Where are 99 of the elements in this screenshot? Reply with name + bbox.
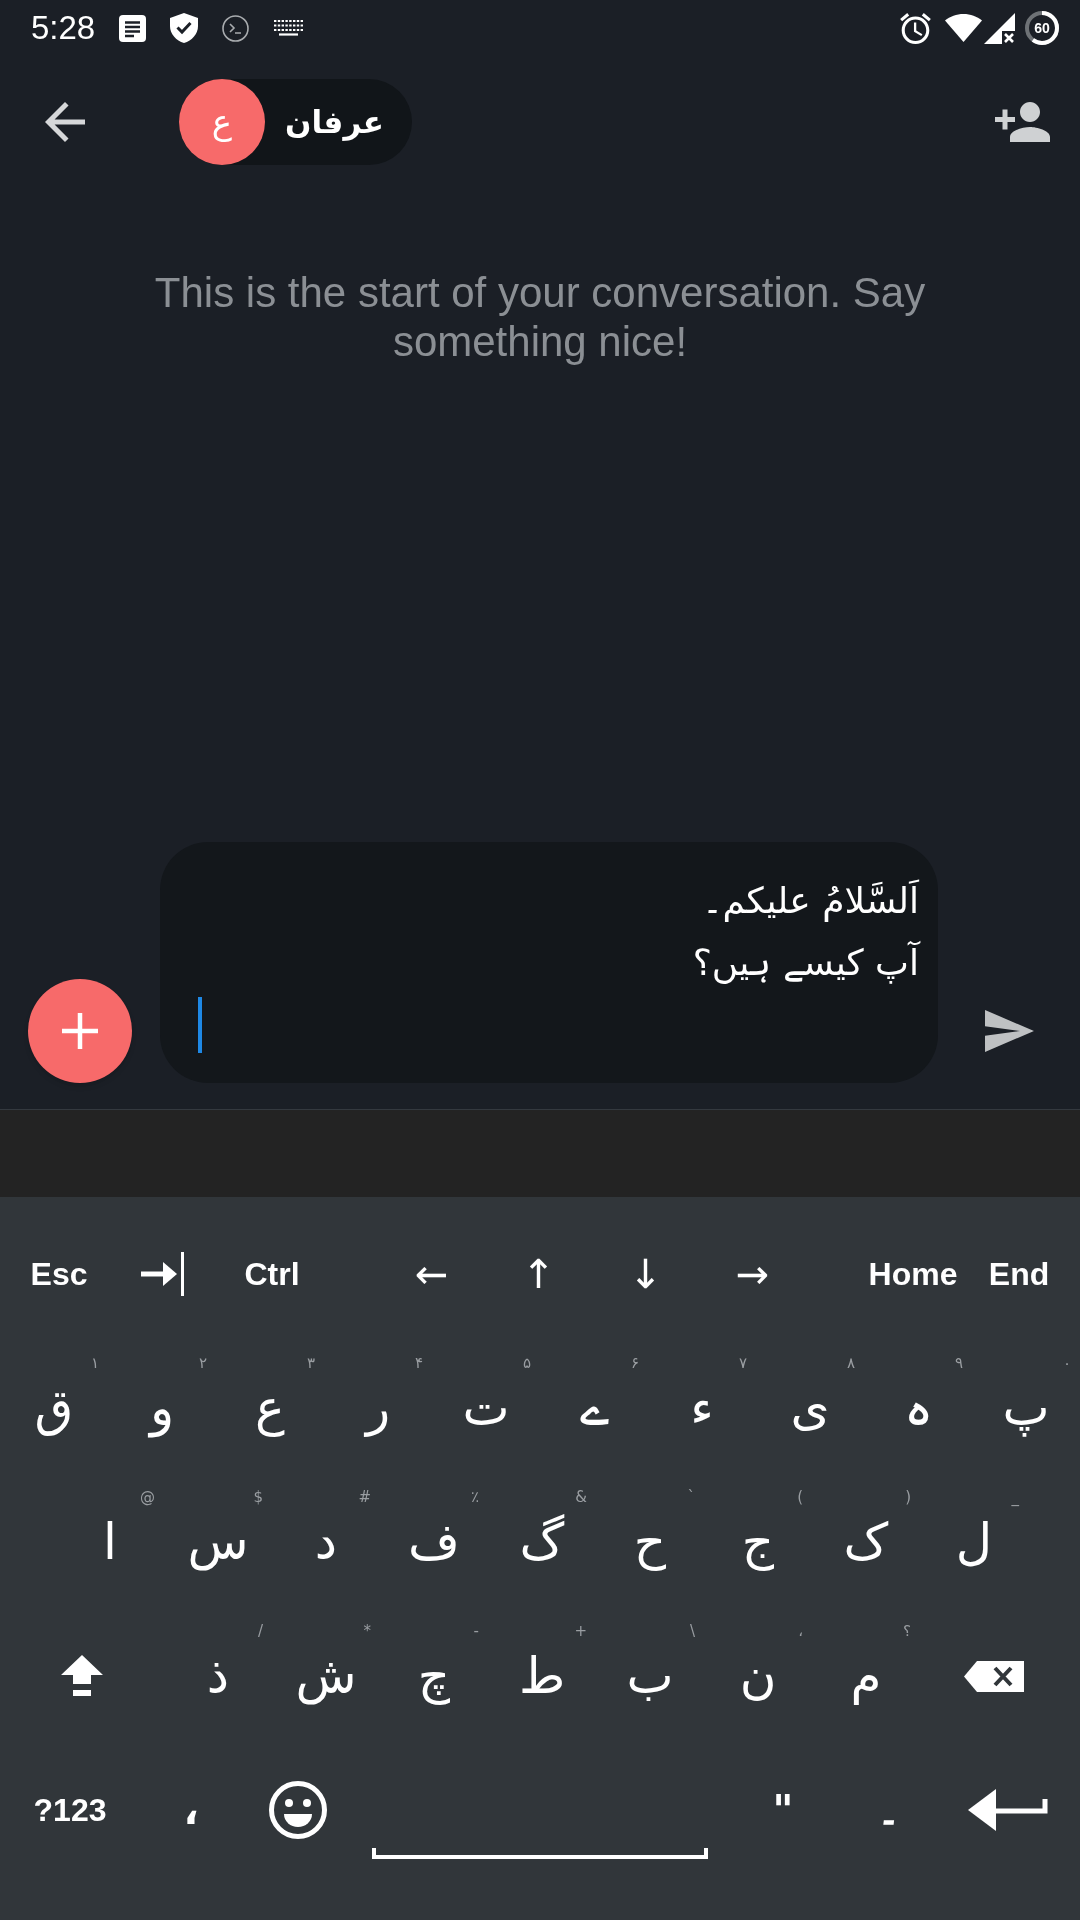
enter-icon (968, 1789, 1048, 1831)
spacebar-icon (372, 1847, 708, 1859)
signal-icon (984, 12, 1015, 44)
key-hint: & (575, 1488, 587, 1506)
alarm-clock-icon (900, 12, 931, 44)
key[interactable]: ق (28, 1373, 80, 1443)
key-hint: ۳ (306, 1354, 315, 1372)
key[interactable]: ر (359, 1373, 397, 1443)
key[interactable]: ش (289, 1641, 363, 1711)
key-hint: @ (140, 1488, 155, 1506)
key-hint: * (363, 1622, 371, 1640)
arrow-key[interactable]: ↑ (517, 1250, 560, 1298)
key[interactable]: م (844, 1641, 888, 1711)
key-hint: ۲ (198, 1354, 207, 1372)
arrow-key[interactable]: → (731, 1250, 774, 1298)
key-hint: / (257, 1622, 263, 1640)
key-hint: ٪ (470, 1488, 479, 1506)
key-hint: - (473, 1622, 479, 1640)
key[interactable]: ع (249, 1373, 291, 1443)
arrow-key[interactable]: ↓ (624, 1250, 667, 1298)
key-hint: ۱ (90, 1354, 99, 1372)
key[interactable]: س (181, 1507, 255, 1577)
key[interactable]: ، (177, 1785, 205, 1835)
enter-key[interactable] (966, 1787, 1050, 1833)
wifi-icon (945, 14, 982, 42)
shield-check-icon (170, 13, 199, 43)
key-hint: ، (798, 1622, 803, 1640)
key[interactable]: پ (996, 1373, 1056, 1443)
key[interactable]: ء (684, 1373, 720, 1443)
battery-ring-icon (1025, 11, 1059, 45)
key-hint: _ (1011, 1488, 1019, 1506)
key-hint: ( (797, 1488, 803, 1506)
contact-chip[interactable]: ع عرفان (179, 79, 412, 165)
smiley-icon (269, 1781, 327, 1839)
space-key[interactable] (372, 1847, 708, 1859)
key[interactable]: ح (627, 1507, 673, 1577)
key[interactable]: ہ (897, 1373, 939, 1443)
key[interactable]: ا (97, 1507, 123, 1577)
contact-avatar: ع (179, 79, 265, 165)
key[interactable]: Esc (26, 1254, 92, 1294)
key-hint: # (358, 1488, 371, 1506)
key[interactable]: ج (735, 1507, 781, 1577)
key-hint: ۸ (846, 1354, 855, 1372)
key-hint: ۵ (522, 1354, 531, 1372)
symbols-key[interactable]: ?123 (29, 1790, 111, 1830)
key-hint: + (574, 1622, 587, 1640)
key[interactable]: ۔ (870, 1785, 906, 1835)
back-arrow-icon (45, 102, 85, 142)
key[interactable]: ب (620, 1641, 680, 1711)
key-hint: \ (689, 1622, 695, 1640)
text-cursor-icon (198, 997, 202, 1053)
emoji-key[interactable] (267, 1779, 329, 1841)
shift-key[interactable] (59, 1653, 105, 1699)
add-person-button[interactable] (993, 100, 1052, 144)
backspace-key[interactable] (962, 1658, 1026, 1694)
key-hint: ۶ (630, 1354, 639, 1372)
key[interactable]: ک (837, 1507, 895, 1577)
key[interactable]: Home (864, 1254, 962, 1294)
key-hint: $ (253, 1488, 263, 1506)
tab-icon (140, 1252, 186, 1296)
document-icon (119, 14, 147, 42)
key[interactable]: ف (402, 1507, 466, 1577)
key[interactable]: چ (411, 1641, 457, 1711)
message-text: آپ کیسے ہیں؟ (692, 940, 919, 986)
arrow-key[interactable]: ← (410, 1250, 453, 1298)
key[interactable]: و (143, 1373, 181, 1443)
key[interactable]: Ctrl (240, 1254, 304, 1294)
add-person-icon (995, 102, 1050, 142)
key[interactable]: گ (513, 1507, 571, 1577)
contact-name: عرفان (285, 103, 384, 143)
plus-icon (62, 1013, 98, 1049)
message-input-field[interactable]: اَلسَّلامُ علیکم۔ آپ کیسے ہیں؟ (160, 842, 938, 1083)
key[interactable]: ے (573, 1373, 615, 1443)
key[interactable]: End (984, 1254, 1054, 1294)
key-hint: ۰ (1062, 1354, 1071, 1372)
key-hint: ) (905, 1488, 911, 1506)
key[interactable]: ن (733, 1641, 783, 1711)
key-hint: ۷ (738, 1354, 747, 1372)
shift-icon (61, 1655, 103, 1697)
send-icon (985, 1010, 1034, 1052)
key[interactable]: د (308, 1507, 344, 1577)
key-hint: ۹ (954, 1354, 963, 1372)
keyboard-icon (273, 19, 305, 37)
key[interactable]: " (766, 1785, 800, 1835)
key-hint: ؟ (903, 1622, 911, 1640)
key[interactable]: ل (949, 1507, 999, 1577)
backspace-icon (964, 1660, 1024, 1692)
key[interactable]: ی (784, 1373, 836, 1443)
key[interactable]: ت (456, 1373, 516, 1443)
status-time: 5:28 (31, 8, 96, 48)
send-button[interactable] (983, 1008, 1036, 1054)
key[interactable]: ذ (200, 1641, 236, 1711)
terminal-icon (222, 14, 250, 42)
key[interactable]: ط (512, 1641, 572, 1711)
conversation-start-notice: This is the start of your conversation. Say something nice! (153, 268, 927, 366)
message-text: اَلسَّلامُ علیکم۔ (701, 878, 919, 924)
key-hint: ` (687, 1488, 695, 1506)
battery-percent: 60 (1034, 20, 1050, 36)
key-hint: ۴ (414, 1354, 423, 1372)
